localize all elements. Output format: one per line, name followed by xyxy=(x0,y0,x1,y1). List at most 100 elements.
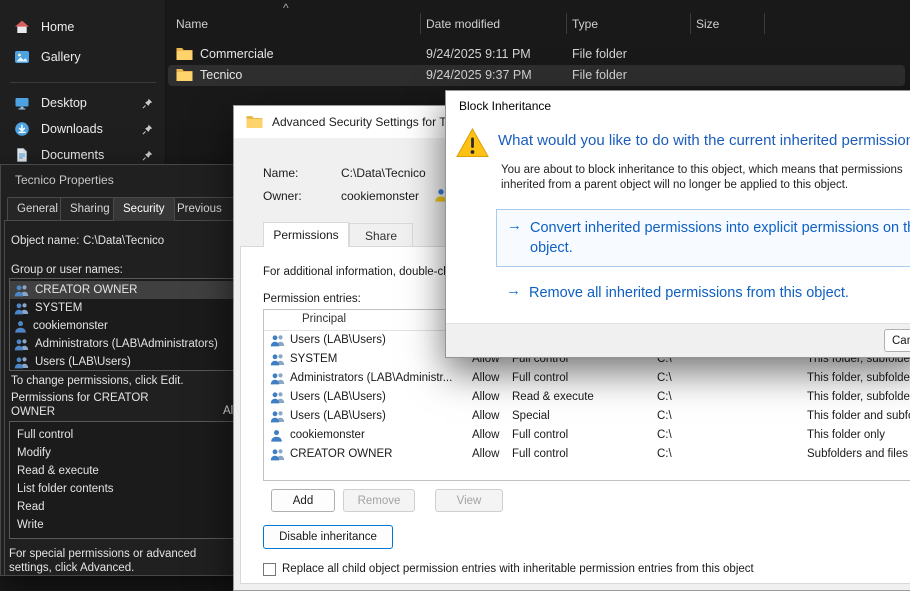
command-link-label: Convert inherited permissions into expli… xyxy=(530,218,910,258)
column-divider[interactable] xyxy=(764,13,765,34)
sidebar-item-downloads[interactable]: Downloads xyxy=(4,116,162,142)
entry-principal: CREATOR OWNER xyxy=(290,448,392,460)
file-name: Tecnico xyxy=(200,65,242,86)
home-icon xyxy=(14,19,30,35)
cancel-button[interactable]: Cancel xyxy=(884,329,910,352)
permission-entry-row[interactable]: cookiemonster Allow Full control C:\ Thi… xyxy=(264,426,910,445)
desktop-icon xyxy=(14,95,30,111)
folder-icon xyxy=(176,44,193,65)
advanced-settings-note: For special permissions or advanced sett… xyxy=(9,547,241,575)
entry-access: Read & execute xyxy=(512,391,594,403)
block-inheritance-dialog: Block Inheritance What would you like to… xyxy=(445,90,910,358)
name-label: Name: xyxy=(263,166,298,180)
tab-general[interactable]: General xyxy=(7,197,68,220)
permission-entries-label: Permission entries: xyxy=(263,293,361,305)
column-header-date-modified[interactable]: Date modified xyxy=(426,12,500,36)
users-group-icon xyxy=(14,284,29,297)
sidebar-item-gallery[interactable]: Gallery xyxy=(4,44,162,70)
file-date: 9/24/2025 9:11 PM xyxy=(426,44,531,65)
file-type: File folder xyxy=(572,44,627,65)
permission-item[interactable]: Modify xyxy=(10,444,239,462)
entry-principal: Users (LAB\Users) xyxy=(290,334,386,346)
user-icon xyxy=(270,429,283,442)
sidebar-item-label: Home xyxy=(41,20,74,34)
list-item-administrators[interactable]: Administrators (LAB\Administrators) xyxy=(10,335,239,353)
body-text-line2: inherited from a parent object will no l… xyxy=(501,179,848,191)
entry-principal: cookiemonster xyxy=(290,429,365,441)
name-value: C:\Data\Tecnico xyxy=(341,166,426,180)
column-divider[interactable] xyxy=(420,13,421,34)
users-group-icon xyxy=(14,338,29,351)
sidebar-item-home[interactable]: Home xyxy=(4,14,162,40)
tab-share[interactable]: Share xyxy=(349,223,413,246)
list-item-system[interactable]: SYSTEM xyxy=(10,299,239,317)
entry-applies-to: This folder only xyxy=(807,429,885,441)
permission-item[interactable]: Read & execute xyxy=(10,462,239,480)
column-divider[interactable] xyxy=(566,13,567,34)
remove-permissions-command-link[interactable]: → Remove all inherited permissions from … xyxy=(496,279,910,313)
principal-name: SYSTEM xyxy=(35,302,82,314)
folder-icon xyxy=(246,115,263,129)
permission-entry-row[interactable]: Users (LAB\Users) Allow Special C:\ This… xyxy=(264,407,910,426)
users-group-icon xyxy=(14,302,29,315)
entry-type: Allow xyxy=(472,391,499,403)
folder-icon xyxy=(176,65,193,86)
entry-access: Full control xyxy=(512,448,568,460)
list-item-creator-owner[interactable]: CREATOR OWNER xyxy=(10,281,239,299)
tab-permissions[interactable]: Permissions xyxy=(263,222,349,247)
column-header-size[interactable]: Size xyxy=(696,12,719,36)
remove-button[interactable]: Remove xyxy=(343,489,415,512)
file-name: Commerciale xyxy=(200,44,274,65)
sidebar-item-desktop[interactable]: Desktop xyxy=(4,90,162,116)
documents-icon xyxy=(14,147,30,163)
entry-principal: Users (LAB\Users) xyxy=(290,391,386,403)
users-group-icon xyxy=(270,448,285,461)
file-row-commerciale[interactable]: Commerciale 9/24/2025 9:11 PM File folde… xyxy=(168,44,905,65)
column-header-type[interactable]: Type xyxy=(572,12,598,36)
entry-principal: Users (LAB\Users) xyxy=(290,410,386,422)
file-date: 9/24/2025 9:37 PM xyxy=(426,65,532,86)
sidebar-item-label: Desktop xyxy=(41,96,87,110)
pin-icon[interactable] xyxy=(142,124,153,135)
downloads-icon xyxy=(14,121,30,137)
users-group-icon xyxy=(270,353,285,366)
permissions-list: Full control Modify Read & execute List … xyxy=(9,421,240,539)
column-divider[interactable] xyxy=(690,13,691,34)
dialog-title: Block Inheritance xyxy=(446,91,910,121)
permission-entry-row[interactable]: Users (LAB\Users) Allow Read & execute C… xyxy=(264,388,910,407)
dialog-title: Tecnico Properties xyxy=(1,165,246,195)
permission-item[interactable]: Full control xyxy=(10,426,239,444)
tecnico-properties-dialog: Tecnico Properties General Sharing Secur… xyxy=(0,164,247,576)
disable-inheritance-button[interactable]: Disable inheritance xyxy=(263,525,393,549)
entry-applies-to: This folder, subfolders and files xyxy=(807,391,910,403)
entry-principal: SYSTEM xyxy=(290,353,337,365)
entry-inherited-from: C:\ xyxy=(657,410,672,422)
tab-security[interactable]: Security xyxy=(113,197,175,221)
permission-item[interactable]: List folder contents xyxy=(10,480,239,498)
principal-name: CREATOR OWNER xyxy=(35,284,137,296)
list-item-cookiemonster[interactable]: cookiemonster xyxy=(10,317,239,335)
pin-icon[interactable] xyxy=(142,98,153,109)
entry-principal: Administrators (LAB\Administr... xyxy=(290,372,452,384)
add-button[interactable]: Add xyxy=(271,489,335,512)
entry-applies-to: This folder, subfolders and files xyxy=(807,372,910,384)
column-header-principal[interactable]: Principal xyxy=(302,313,346,325)
pin-icon[interactable] xyxy=(142,150,153,161)
permission-item[interactable]: Read xyxy=(10,498,239,516)
column-header-name[interactable]: Name xyxy=(176,12,208,36)
permission-entry-row[interactable]: Administrators (LAB\Administr... Allow F… xyxy=(264,369,910,388)
permission-entry-row[interactable]: CREATOR OWNER Allow Full control C:\ Sub… xyxy=(264,445,910,464)
replace-permissions-checkbox[interactable] xyxy=(263,563,276,576)
view-button[interactable]: View xyxy=(435,489,503,512)
warning-icon xyxy=(456,128,489,158)
entry-applies-to: This folder and subfolders xyxy=(807,410,910,422)
permission-item[interactable]: Write xyxy=(10,516,239,534)
file-type: File folder xyxy=(572,65,627,86)
file-row-tecnico-selected[interactable]: Tecnico 9/24/2025 9:37 PM File folder xyxy=(168,65,905,86)
list-item-users[interactable]: Users (LAB\Users) xyxy=(10,353,239,371)
convert-permissions-command-link[interactable]: → Convert inherited permissions into exp… xyxy=(496,209,910,267)
arrow-icon: → xyxy=(506,282,521,299)
tab-sharing[interactable]: Sharing xyxy=(60,197,120,220)
users-group-icon xyxy=(270,391,285,404)
entry-applies-to: Subfolders and files only xyxy=(807,448,910,460)
